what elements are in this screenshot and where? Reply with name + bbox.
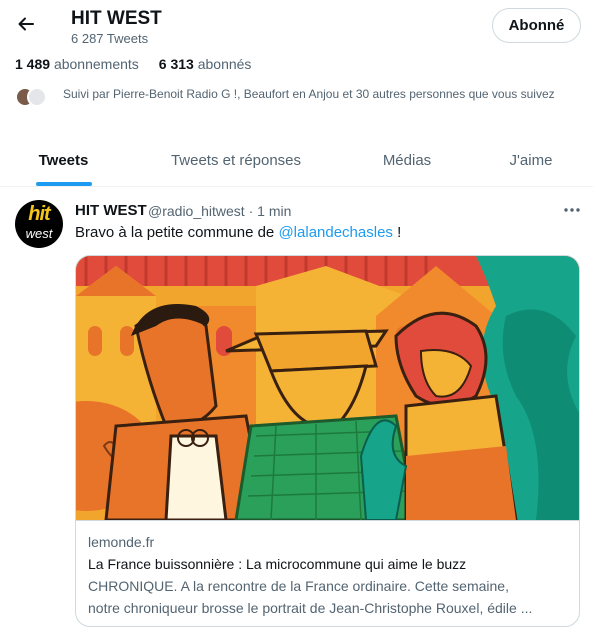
logo-text-bottom: west	[25, 226, 53, 241]
tab-media[interactable]: Médias	[345, 134, 469, 187]
followed-by-text: Suivi par Pierre-Benoit Radio G !, Beauf…	[63, 87, 555, 101]
card-illustration	[76, 256, 579, 520]
tab-tweets[interactable]: Tweets	[0, 134, 127, 187]
following-button[interactable]: Abonné	[492, 8, 581, 43]
tab-tweets-replies[interactable]: Tweets et réponses	[127, 134, 345, 187]
followers-count: 6 313	[158, 56, 194, 72]
tweet-author[interactable]: HIT WEST	[75, 202, 147, 219]
following-label: abonnements	[53, 56, 139, 72]
card-domain: lemonde.fr	[88, 534, 155, 550]
profile-header: HIT WEST 6 287 Tweets Abonné	[0, 0, 593, 50]
back-button[interactable]	[12, 10, 40, 38]
link-card[interactable]: lemonde.fr La France buissonnière : La m…	[75, 255, 580, 627]
active-tab-indicator	[36, 182, 92, 186]
card-title: La France buissonnière : La microcommune…	[88, 556, 467, 572]
tab-label: J'aime	[509, 152, 553, 169]
mention-link[interactable]: @lalandechasles	[278, 224, 392, 241]
followers-avatars	[15, 87, 55, 107]
tweet-text-part: Bravo à la petite commune de	[75, 224, 279, 241]
tab-likes[interactable]: J'aime	[469, 134, 593, 187]
tweet-text-part: !	[392, 224, 402, 241]
followers-link[interactable]: 6 313 abonnés	[159, 56, 252, 72]
tab-label: Tweets	[38, 152, 89, 169]
tweet-text: Bravo à la petite commune de @lalandecha…	[75, 224, 401, 241]
avatar[interactable]: hit west	[15, 200, 63, 248]
profile-tabs: Tweets Tweets et réponses Médias J'aime	[0, 134, 593, 187]
tab-label: Médias	[382, 152, 432, 169]
following-count: 1 489	[15, 56, 51, 72]
tweet[interactable]: hit west HIT WEST @radio_hitwest · 1 min…	[0, 188, 593, 635]
tweet-handle-time[interactable]: @radio_hitwest · 1 min	[148, 203, 291, 219]
followers-label: abonnés	[197, 56, 252, 72]
profile-name: HIT WEST	[71, 8, 162, 29]
tweet-count: 6 287 Tweets	[71, 31, 149, 46]
avatar	[27, 87, 47, 107]
card-content: lemonde.fr La France buissonnière : La m…	[76, 520, 579, 626]
tab-label: Tweets et réponses	[170, 152, 302, 169]
more-horizontal-icon	[564, 208, 580, 212]
logo-text-top: hit	[28, 203, 50, 225]
more-button[interactable]	[562, 200, 582, 220]
arrow-left-icon	[18, 17, 34, 31]
profile-stats: 1 489 abonnements 6 313 abonnés	[15, 56, 251, 72]
card-description-line: CHRONIQUE. A la rencontre de la France o…	[88, 578, 509, 594]
following-link[interactable]: 1 489 abonnements	[15, 56, 139, 72]
card-description-line: notre chroniqueur brosse le portrait de …	[88, 600, 533, 616]
